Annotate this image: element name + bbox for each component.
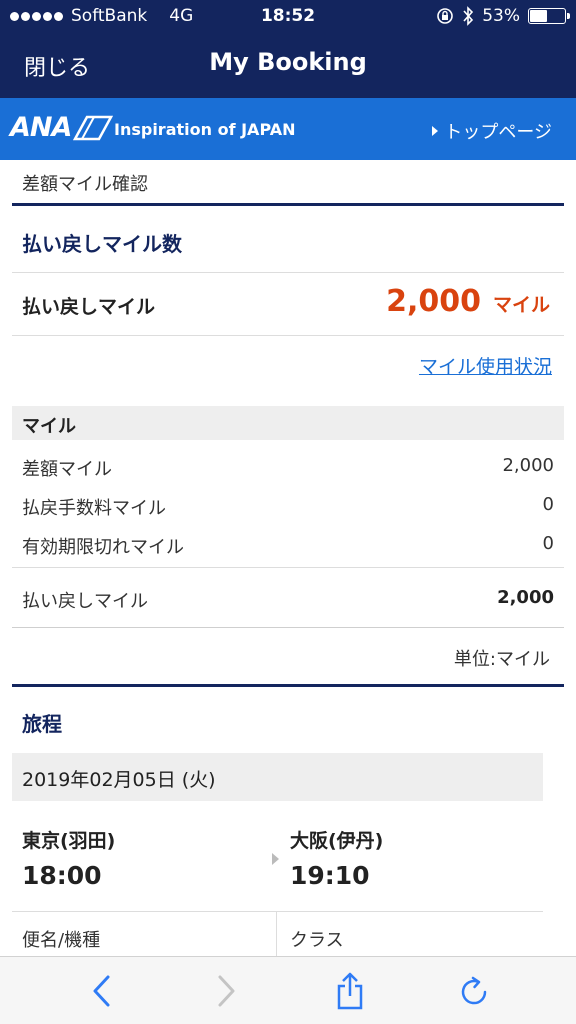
row-value: 0 xyxy=(542,533,554,554)
row-divider xyxy=(12,627,564,628)
row-value: 2,000 xyxy=(502,455,554,476)
brand-bar: ANA Inspiration of JAPAN トップページ xyxy=(0,98,576,160)
nav-bar: 閉じる My Booking xyxy=(0,34,576,98)
row-label: 有効期限切れマイル xyxy=(22,537,184,558)
refund-miles-value: 2,000 マイル xyxy=(386,284,550,319)
top-page-link[interactable]: トップページ xyxy=(432,118,552,144)
rotation-lock-icon xyxy=(437,8,454,24)
bluetooth-icon xyxy=(463,6,474,26)
mile-usage-link[interactable]: マイル使用状況 xyxy=(419,352,552,379)
forward-button[interactable] xyxy=(206,971,246,1011)
reload-icon xyxy=(461,976,487,1005)
section-divider xyxy=(12,684,564,687)
battery-percent: 53% xyxy=(482,6,520,26)
column-divider xyxy=(276,912,277,956)
table-row: 差額マイル 2,000 xyxy=(22,455,554,481)
itinerary-heading: 旅程 xyxy=(22,712,62,736)
section-divider xyxy=(12,203,564,206)
back-icon xyxy=(93,975,110,1007)
refund-miles-unit: マイル xyxy=(492,294,550,316)
flight-number-label: 便名/機種 xyxy=(22,930,101,951)
row-divider xyxy=(12,272,564,273)
total-label: 払い戻しマイル xyxy=(22,591,148,612)
row-label: 差額マイル xyxy=(22,459,112,480)
browser-toolbar xyxy=(0,956,576,1024)
row-divider xyxy=(12,335,564,336)
refund-miles-label: 払い戻しマイル xyxy=(22,296,156,318)
miles-table-header-label: マイル xyxy=(22,416,76,437)
departure-city: 東京(羽田) xyxy=(22,830,116,852)
flight-date-box: 2019年02月05日 (火) xyxy=(12,753,543,801)
forward-icon xyxy=(218,975,235,1007)
arrow-right-icon xyxy=(272,853,279,865)
status-bar: SoftBank 4G 18:52 53% xyxy=(0,0,576,34)
unit-note: 単位:マイル xyxy=(453,649,550,670)
row-value: 0 xyxy=(542,494,554,515)
refund-section-heading: 払い戻しマイル数 xyxy=(22,232,182,256)
share-icon xyxy=(337,972,363,1010)
total-value: 2,000 xyxy=(497,587,554,608)
flight-date: 2019年02月05日 (火) xyxy=(22,769,216,791)
triangle-right-icon xyxy=(432,126,439,136)
top-page-label: トップページ xyxy=(444,122,552,143)
page-title: My Booking xyxy=(209,48,367,76)
total-row: 払い戻しマイル 2,000 xyxy=(22,587,554,613)
ana-logo[interactable]: ANA xyxy=(10,112,114,143)
class-label: クラス xyxy=(290,930,344,951)
logo-stripes-icon xyxy=(73,115,114,140)
share-button[interactable] xyxy=(330,971,370,1011)
row-divider xyxy=(12,567,564,568)
breadcrumb: 差額マイル確認 xyxy=(22,174,148,195)
miles-table-header: マイル xyxy=(12,406,564,440)
arrival-time: 19:10 xyxy=(290,861,370,890)
back-button[interactable] xyxy=(82,971,122,1011)
arrival-city: 大阪(伊丹) xyxy=(290,830,384,852)
departure-time: 18:00 xyxy=(22,861,102,890)
row-divider xyxy=(12,911,543,912)
battery-icon xyxy=(528,8,570,24)
table-row: 有効期限切れマイル 0 xyxy=(22,533,554,559)
reload-button[interactable] xyxy=(454,971,494,1011)
row-label: 払戻手数料マイル xyxy=(22,498,166,519)
table-row: 払戻手数料マイル 0 xyxy=(22,494,554,520)
logo-text: ANA xyxy=(10,112,72,143)
tagline: Inspiration of JAPAN xyxy=(114,120,296,139)
refund-miles-number: 2,000 xyxy=(386,284,481,319)
